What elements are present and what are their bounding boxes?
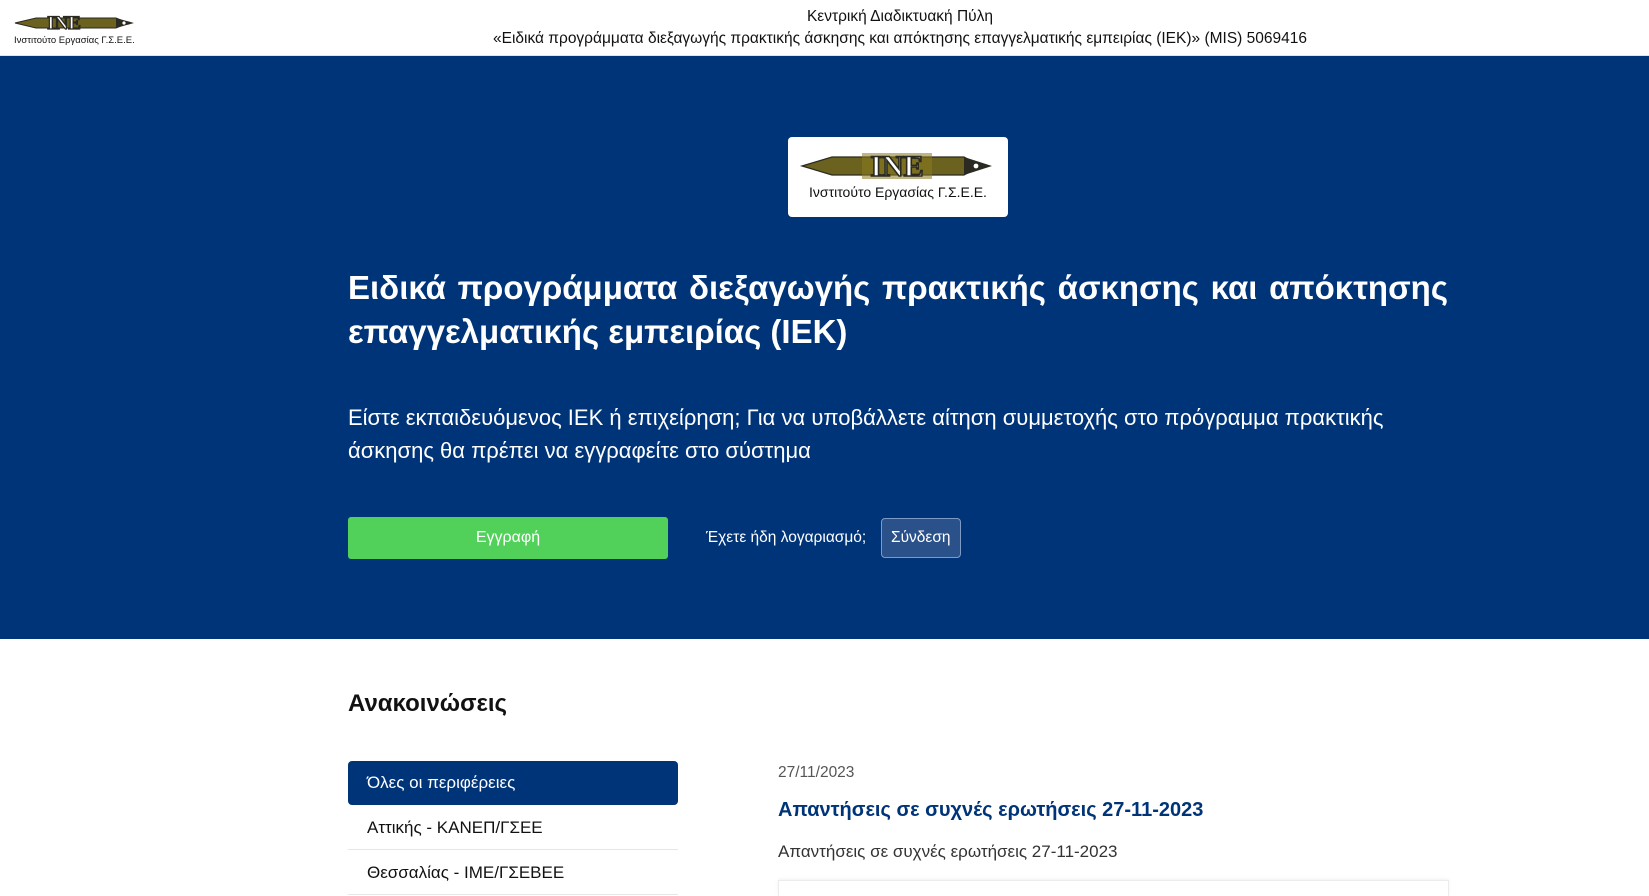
region-filter-list: Όλες οι περιφέρειες Αττικής - ΚΑΝΕΠ/ΓΣΕΕ… bbox=[348, 761, 678, 895]
logo-card: INE Ινστιτούτο Εργασίας Γ.Σ.Ε.Ε. bbox=[788, 137, 1008, 217]
region-item-attica[interactable]: Αττικής - ΚΑΝΕΠ/ΓΣΕΕ bbox=[348, 805, 678, 850]
program-name: «Ειδικά προγράμματα διεξαγωγής πρακτικής… bbox=[493, 30, 1307, 47]
logo-letters: INE bbox=[47, 13, 81, 34]
logo-subtitle: Ινστιτούτο Εργασίας Γ.Σ.Ε.Ε. bbox=[14, 35, 135, 46]
hero-title: Ειδικά προγράμματα διεξαγωγής πρακτικής … bbox=[348, 269, 1448, 350]
logo-letters: INE bbox=[870, 150, 923, 183]
portal-name: Κεντρική Διαδικτυακή Πύλη bbox=[806, 8, 994, 25]
region-item-thessaly[interactable]: Θεσσαλίας - ΙΜΕ/ΓΣΕΒΕΕ bbox=[348, 850, 678, 895]
logo-subtitle: Ινστιτούτο Εργασίας Γ.Σ.Ε.Ε. bbox=[809, 184, 987, 200]
login-button[interactable]: Σύνδεση bbox=[881, 518, 961, 558]
announcement-date: 27/11/2023 bbox=[778, 764, 855, 781]
announcements-heading: Ανακοινώσεις bbox=[348, 690, 508, 717]
top-header: INE Ινστιτούτο Εργασίας Γ.Σ.Ε.Ε. Κεντρικ… bbox=[0, 0, 1649, 56]
ine-logo-large: INE Ινστιτούτο Εργασίας Γ.Σ.Ε.Ε. bbox=[799, 149, 992, 200]
announcement-title-link[interactable]: Απαντήσεις σε συχνές ερωτήσεις 27-11-202… bbox=[778, 799, 1203, 822]
site-title: Κεντρική Διαδικτυακή Πύλη «Ειδικά προγρά… bbox=[460, 6, 1340, 50]
has-account-text: Έχετε ήδη λογαριασμό; bbox=[706, 529, 867, 546]
ine-logo-small[interactable]: INE Ινστιτούτο Εργασίας Γ.Σ.Ε.Ε. bbox=[12, 6, 142, 46]
announcement-summary: Απαντήσεις σε συχνές ερωτήσεις 27-11-202… bbox=[778, 842, 1118, 861]
announcement-card bbox=[778, 880, 1449, 896]
hero-description: Είστε εκπαιδευόμενος ΙΕΚ ή επιχείρηση; Γ… bbox=[348, 405, 1384, 463]
hero-section: INE Ινστιτούτο Εργασίας Γ.Σ.Ε.Ε. Ειδικά … bbox=[0, 56, 1649, 639]
register-button[interactable]: Εγγραφή bbox=[348, 517, 668, 559]
region-item-all[interactable]: Όλες οι περιφέρειες bbox=[348, 761, 678, 805]
